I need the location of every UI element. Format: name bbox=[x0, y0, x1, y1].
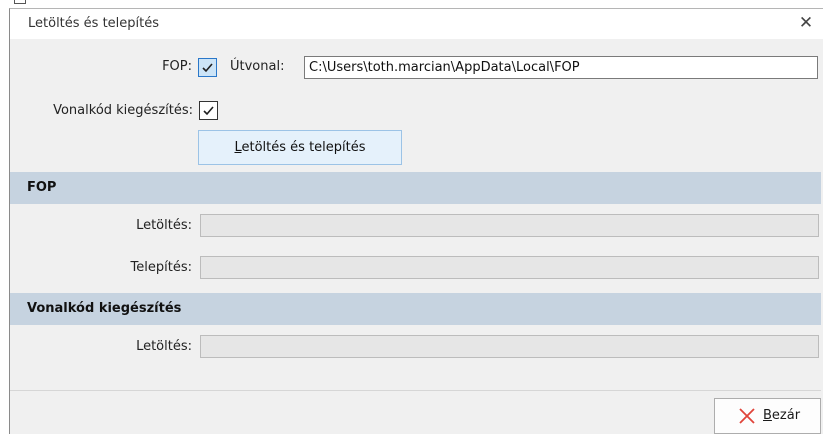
download-install-button[interactable]: Letöltés és telepítés bbox=[198, 130, 402, 165]
barcode-section-title: Vonalkód kiegészítés bbox=[27, 301, 182, 316]
fop-section-title: FOP bbox=[27, 180, 57, 195]
close-rest: ezár bbox=[771, 408, 801, 423]
title-bar: Letöltés és telepítés ✕ bbox=[10, 9, 823, 39]
checkmark-icon bbox=[203, 106, 214, 116]
close-button-label: Bezár bbox=[763, 408, 800, 423]
background-checkbox-fragment bbox=[14, 0, 26, 4]
barcode-download-label: Letöltés: bbox=[136, 339, 192, 354]
fop-section-header: FOP bbox=[10, 172, 821, 204]
fop-label: FOP: bbox=[162, 59, 192, 74]
fop-install-label: Telepítés: bbox=[130, 260, 192, 275]
close-icon[interactable]: ✕ bbox=[797, 13, 815, 33]
close-button[interactable]: Bezár bbox=[714, 398, 821, 434]
fop-install-progress bbox=[200, 256, 819, 279]
footer-divider bbox=[10, 390, 821, 391]
barcode-download-progress bbox=[200, 335, 819, 358]
button-label: etöltés és telepítés bbox=[241, 140, 366, 155]
path-label: Útvonal: bbox=[230, 59, 285, 74]
download-install-dialog: Letöltés és telepítés ✕ FOP: Útvonal: Vo… bbox=[9, 8, 823, 434]
dialog-title: Letöltés és telepítés bbox=[28, 16, 160, 31]
barcode-checkbox[interactable] bbox=[199, 101, 218, 120]
checkmark-icon bbox=[202, 63, 213, 73]
barcode-section-header: Vonalkód kiegészítés bbox=[10, 293, 821, 325]
barcode-label: Vonalkód kiegészítés: bbox=[53, 103, 193, 118]
close-x-icon bbox=[739, 408, 755, 424]
path-input[interactable] bbox=[304, 56, 818, 79]
fop-checkbox[interactable] bbox=[198, 58, 217, 77]
fop-download-progress bbox=[200, 214, 819, 237]
button-accesskey: L bbox=[234, 140, 242, 155]
fop-download-label: Letöltés: bbox=[136, 218, 192, 233]
close-accesskey: B bbox=[763, 408, 772, 423]
